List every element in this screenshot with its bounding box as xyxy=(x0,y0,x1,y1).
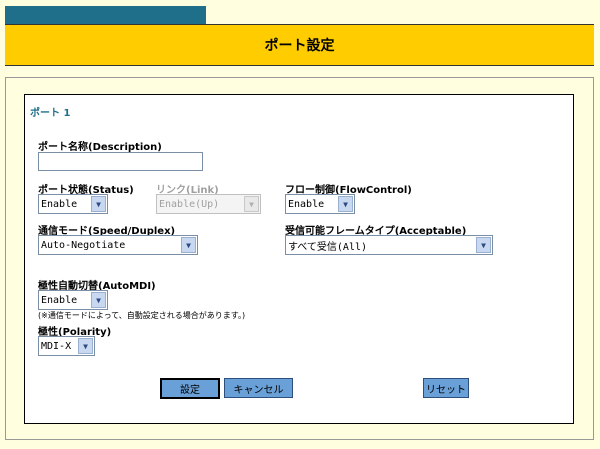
chevron-down-icon: ▼ xyxy=(338,196,353,212)
polarity-select[interactable]: MDI-X ▼ xyxy=(38,336,95,356)
chevron-down-icon: ▼ xyxy=(244,196,259,212)
page-title-bar: ポート設定 xyxy=(5,24,594,66)
auto-mdi-value: Enable xyxy=(41,294,78,306)
chevron-down-icon: ▼ xyxy=(181,237,196,253)
auto-mdi-note: (※通信モードによって、自動設定される場合があります。) xyxy=(38,311,246,320)
chevron-down-icon: ▼ xyxy=(78,338,93,354)
chevron-down-icon: ▼ xyxy=(91,196,106,212)
active-tab xyxy=(5,6,206,24)
page-title: ポート設定 xyxy=(264,38,335,54)
polarity-value: MDI-X xyxy=(41,340,72,352)
description-label: ポート名称(Description) xyxy=(38,142,162,153)
link-value: Enable(Up) xyxy=(159,198,220,210)
status-select[interactable]: Enable ▼ xyxy=(38,194,108,214)
top-tab-strip xyxy=(0,0,600,24)
acceptable-value: すべて受信(All) xyxy=(288,241,368,253)
auto-mdi-select[interactable]: Enable ▼ xyxy=(38,290,108,310)
port-settings-panel: ポート 1 ポート名称(Description) ポート状態(Status) E… xyxy=(24,94,574,424)
cancel-button[interactable]: キャンセル xyxy=(224,378,293,398)
status-value: Enable xyxy=(41,198,78,210)
apply-button[interactable]: 設定 xyxy=(160,378,220,399)
chevron-down-icon: ▼ xyxy=(91,292,106,308)
speed-duplex-value: Auto-Negotiate xyxy=(41,239,126,251)
reset-button[interactable]: リセット xyxy=(423,378,469,398)
chevron-down-icon: ▼ xyxy=(476,237,491,253)
link-select: Enable(Up) ▼ xyxy=(156,194,261,214)
speed-duplex-select[interactable]: Auto-Negotiate ▼ xyxy=(38,235,198,255)
flow-control-value: Enable xyxy=(288,198,325,210)
port-title: ポート 1 xyxy=(30,108,71,119)
acceptable-select[interactable]: すべて受信(All) ▼ xyxy=(285,235,493,255)
description-input[interactable] xyxy=(38,152,203,171)
flow-control-select[interactable]: Enable ▼ xyxy=(285,194,355,214)
